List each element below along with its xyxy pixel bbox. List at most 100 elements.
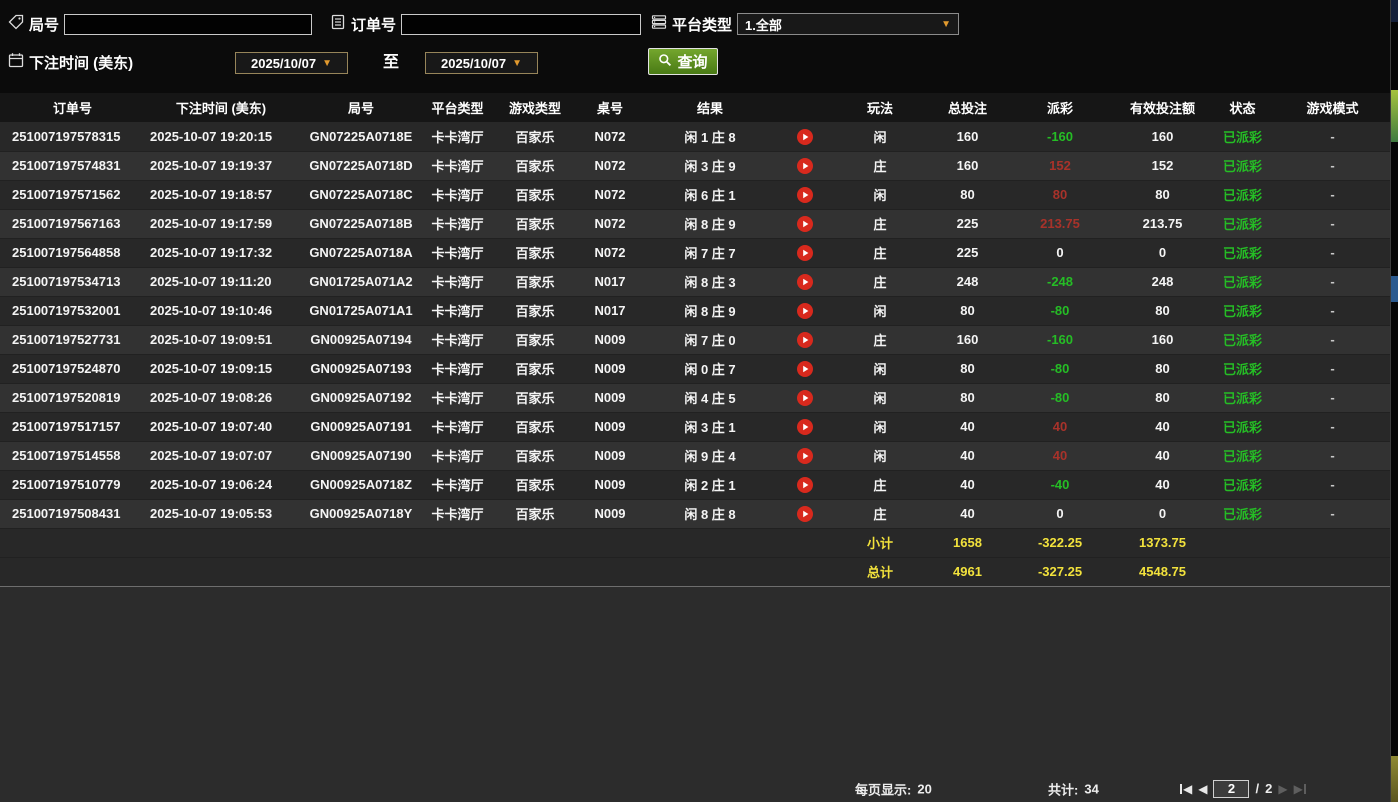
round-input[interactable] — [64, 14, 312, 35]
cell-game: 百家乐 — [490, 238, 580, 267]
table-row[interactable]: 2510071975671632025-10-07 19:17:59GN0722… — [0, 209, 1390, 238]
cell-time: 2025-10-07 19:09:15 — [145, 354, 297, 383]
replay-cell — [780, 267, 830, 296]
total-label: 总计 — [830, 557, 930, 586]
cell-payout: -80 — [1005, 354, 1115, 383]
cell-bet: 80 — [930, 383, 1005, 412]
cell-platform: 卡卡湾厅 — [425, 180, 490, 209]
date-to-select[interactable]: 2025/10/07 ▼ — [425, 52, 538, 74]
layers-icon — [651, 14, 667, 34]
replay-cell — [780, 470, 830, 499]
background-window-sliver — [1391, 0, 1398, 802]
cell-time: 2025-10-07 19:20:15 — [145, 122, 297, 151]
page-input[interactable] — [1213, 780, 1249, 798]
table-row[interactable]: 2510071975347132025-10-07 19:11:20GN0172… — [0, 267, 1390, 296]
cell-game: 百家乐 — [490, 209, 580, 238]
table-row[interactable]: 2510071975748312025-10-07 19:19:37GN0722… — [0, 151, 1390, 180]
column-header — [780, 93, 830, 122]
first-page-icon[interactable]: ◀ — [1180, 782, 1192, 796]
cell-bet: 80 — [930, 354, 1005, 383]
replay-play-icon[interactable] — [797, 332, 813, 348]
replay-play-icon[interactable] — [797, 390, 813, 406]
cell-time: 2025-10-07 19:18:57 — [145, 180, 297, 209]
table-row[interactable]: 2510071975107792025-10-07 19:06:24GN0092… — [0, 470, 1390, 499]
cell-mode: - — [1275, 209, 1390, 238]
cell-method: 闲 — [830, 412, 930, 441]
cell-game: 百家乐 — [490, 180, 580, 209]
table-row[interactable]: 2510071975248702025-10-07 19:09:15GN0092… — [0, 354, 1390, 383]
query-button[interactable]: 查询 — [648, 48, 718, 75]
cell-status: 已派彩 — [1210, 267, 1275, 296]
table-row[interactable]: 2510071975171572025-10-07 19:07:40GN0092… — [0, 412, 1390, 441]
table-row[interactable]: 2510071975145582025-10-07 19:07:07GN0092… — [0, 441, 1390, 470]
cell-round: GN00925A07194 — [297, 325, 425, 354]
cell-result: 闲 4 庄 5 — [640, 383, 780, 412]
table-row[interactable]: 2510071975208192025-10-07 19:08:26GN0092… — [0, 383, 1390, 412]
cell-status: 已派彩 — [1210, 151, 1275, 180]
cell-order: 251007197527731 — [0, 325, 145, 354]
table-row[interactable]: 2510071975715622025-10-07 19:18:57GN0722… — [0, 180, 1390, 209]
cell-time: 2025-10-07 19:10:46 — [145, 296, 297, 325]
table-row[interactable]: 2510071975783152025-10-07 19:20:15GN0722… — [0, 122, 1390, 151]
replay-play-icon[interactable] — [797, 448, 813, 464]
replay-play-icon[interactable] — [797, 303, 813, 319]
cell-result: 闲 3 庄 1 — [640, 412, 780, 441]
replay-play-icon[interactable] — [797, 274, 813, 290]
order-number-input[interactable] — [401, 14, 641, 35]
subtotal-label: 小计 — [830, 528, 930, 557]
replay-play-icon[interactable] — [797, 216, 813, 232]
column-header: 订单号 — [0, 93, 145, 122]
replay-cell — [780, 122, 830, 151]
cell-mode: - — [1275, 267, 1390, 296]
cell-game: 百家乐 — [490, 151, 580, 180]
replay-play-icon[interactable] — [797, 477, 813, 493]
cell-table_no: N017 — [580, 267, 640, 296]
cell-status: 已派彩 — [1210, 122, 1275, 151]
cell-status: 已派彩 — [1210, 499, 1275, 528]
cell-table_no: N072 — [580, 238, 640, 267]
table-row[interactable]: 2510071975084312025-10-07 19:05:53GN0092… — [0, 499, 1390, 528]
replay-play-icon[interactable] — [797, 506, 813, 522]
cell-time: 2025-10-07 19:11:20 — [145, 267, 297, 296]
replay-play-icon[interactable] — [797, 129, 813, 145]
table-header-row: 订单号下注时间 (美东)局号平台类型游戏类型桌号结果玩法总投注派彩有效投注额状态… — [0, 93, 1390, 122]
cell-time: 2025-10-07 19:05:53 — [145, 499, 297, 528]
last-page-icon[interactable]: ▶ — [1294, 782, 1306, 796]
page-divider: / — [1255, 781, 1259, 796]
cell-round: GN07225A0718B — [297, 209, 425, 238]
replay-play-icon[interactable] — [797, 158, 813, 174]
platform-selected-value: 1.全部 — [745, 15, 782, 34]
cell-mode: - — [1275, 383, 1390, 412]
prev-page-icon[interactable]: ◀ — [1198, 782, 1207, 796]
next-page-icon[interactable]: ▶ — [1278, 782, 1287, 796]
replay-play-icon[interactable] — [797, 419, 813, 435]
platform-type-select[interactable]: 1.全部 ▼ — [737, 13, 959, 35]
replay-play-icon[interactable] — [797, 187, 813, 203]
table-row[interactable]: 2510071975277312025-10-07 19:09:51GN0092… — [0, 325, 1390, 354]
cell-valid: 80 — [1115, 383, 1210, 412]
cell-payout: -40 — [1005, 470, 1115, 499]
cell-table_no: N072 — [580, 209, 640, 238]
replay-cell — [780, 296, 830, 325]
cell-order: 251007197578315 — [0, 122, 145, 151]
cell-mode: - — [1275, 470, 1390, 499]
cell-round: GN01725A071A1 — [297, 296, 425, 325]
date-from-select[interactable]: 2025/10/07 ▼ — [235, 52, 348, 74]
cell-round: GN00925A0718Z — [297, 470, 425, 499]
table-row[interactable]: 2510071975648582025-10-07 19:17:32GN0722… — [0, 238, 1390, 267]
replay-play-icon[interactable] — [797, 361, 813, 377]
total-row: 总计4961-327.254548.75 — [0, 557, 1390, 586]
records-table: 订单号下注时间 (美东)局号平台类型游戏类型桌号结果玩法总投注派彩有效投注额状态… — [0, 93, 1390, 587]
cell-payout: -80 — [1005, 296, 1115, 325]
bet-time-filter-label: 下注时间 (美东) — [29, 52, 133, 73]
cell-payout: -80 — [1005, 383, 1115, 412]
replay-play-icon[interactable] — [797, 245, 813, 261]
cell-round: GN00925A07190 — [297, 441, 425, 470]
cell-valid: 160 — [1115, 325, 1210, 354]
column-header: 局号 — [297, 93, 425, 122]
table-row[interactable]: 2510071975320012025-10-07 19:10:46GN0172… — [0, 296, 1390, 325]
cell-order: 251007197517157 — [0, 412, 145, 441]
cell-mode: - — [1275, 441, 1390, 470]
cell-table_no: N009 — [580, 325, 640, 354]
replay-cell — [780, 209, 830, 238]
